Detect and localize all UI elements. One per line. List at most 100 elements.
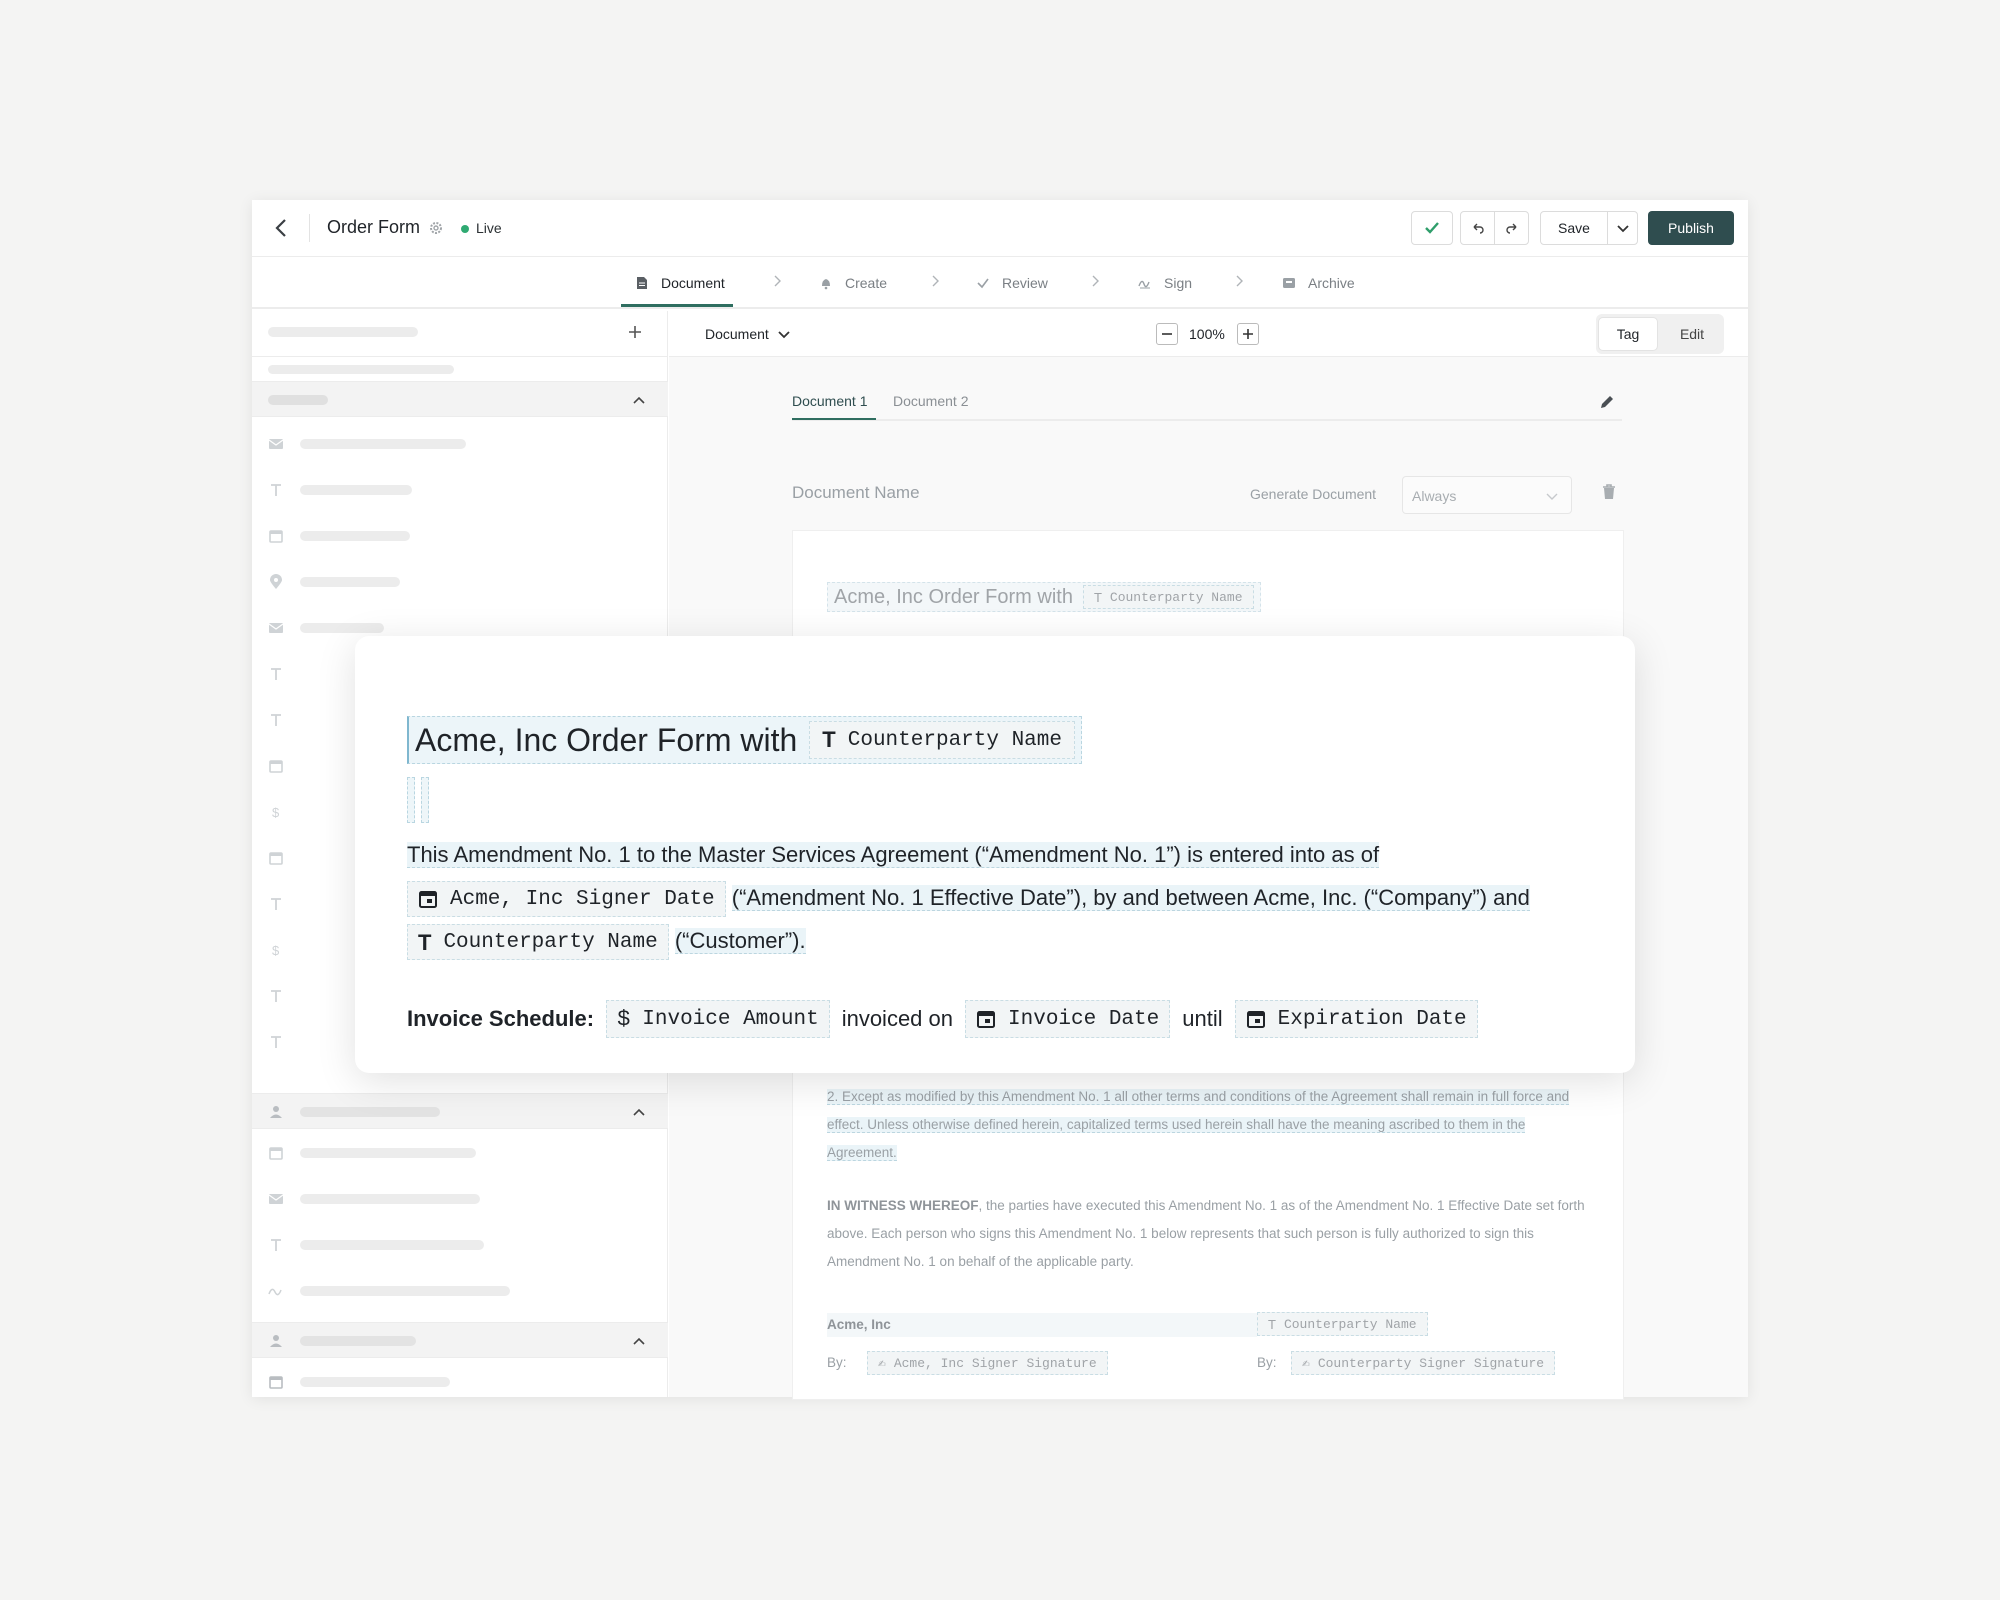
signature-icon: ✍ — [1302, 1355, 1310, 1371]
step-sign[interactable]: Sign — [1138, 275, 1192, 291]
placeholder-text — [300, 1240, 484, 1250]
calendar-icon — [269, 1376, 283, 1389]
field-label: Invoice Date — [1008, 1007, 1160, 1031]
calendar-icon — [269, 760, 283, 773]
placeholder-text — [300, 1194, 480, 1204]
step-create[interactable]: Create — [819, 275, 887, 291]
generate-document-select[interactable]: Always — [1402, 476, 1572, 514]
sidebar-section-header[interactable] — [252, 1322, 668, 1358]
block-marker — [421, 777, 429, 823]
divider — [309, 214, 310, 242]
chevron-down-icon — [1546, 493, 1558, 500]
witness-paragraph: IN WITNESS WHEREOF, the parties have exe… — [827, 1192, 1587, 1276]
signature-icon — [268, 1288, 282, 1296]
user-icon — [270, 1335, 282, 1347]
location-pin-icon — [270, 574, 282, 589]
plus-icon[interactable] — [628, 325, 642, 339]
calendar-icon — [269, 1147, 283, 1160]
mail-icon — [268, 1194, 284, 1204]
bell-icon — [822, 279, 830, 290]
invoice-date-field[interactable]: Invoice Date — [965, 1000, 1171, 1038]
dollar-icon: $ — [272, 805, 280, 820]
counterparty-name-field[interactable]: T Counterparty Name — [407, 924, 669, 961]
validate-button[interactable] — [1411, 211, 1453, 245]
back-arrow-icon[interactable] — [270, 216, 294, 240]
publish-button[interactable]: Publish — [1648, 211, 1734, 245]
check-icon — [1425, 222, 1439, 234]
undo-button[interactable] — [1460, 211, 1495, 245]
counterparty-name-field[interactable]: T Counterparty Name — [1082, 585, 1254, 609]
zoomed-document-card: Acme, Inc Order Form with T Counterparty … — [355, 636, 1635, 1073]
svg-text:$: $ — [272, 805, 280, 820]
invoice-schedule: Invoice Schedule: $ Invoice Amount invoic… — [407, 1000, 1478, 1038]
step-review[interactable]: Review — [976, 275, 1048, 291]
tab-document-1[interactable]: Document 1 — [792, 393, 867, 409]
status-label: Live — [476, 220, 502, 236]
step-label: Sign — [1164, 275, 1193, 291]
text-field-icon — [271, 484, 281, 496]
save-options-button[interactable] — [1607, 211, 1638, 245]
placeholder-text — [300, 1286, 510, 1296]
gear-icon[interactable] — [428, 220, 444, 236]
placeholder-text — [300, 439, 466, 449]
section-2-paragraph: 2. Except as modified by this Amendment … — [827, 1083, 1587, 1167]
step-document[interactable]: Document — [635, 275, 725, 291]
top-bar: Order Form Live Save Publish — [252, 200, 1748, 257]
zoom-out-button[interactable] — [1156, 323, 1178, 345]
text-field-icon — [271, 990, 281, 1002]
zoom-in-button[interactable] — [1237, 323, 1259, 345]
active-tab-indicator — [792, 418, 876, 420]
field-label: Counterparty Signer Signature — [1317, 1355, 1545, 1371]
preview-title: Acme, Inc Order Form with T Counterparty … — [827, 582, 1261, 612]
text-field-icon — [271, 898, 281, 910]
acme-signer-signature-field[interactable]: ✍ Acme, Inc Signer Signature — [867, 1351, 1108, 1375]
placeholder-text — [268, 365, 454, 374]
counterparty-name-field[interactable]: T Counterparty Name — [809, 721, 1075, 759]
text-field-icon — [271, 1036, 281, 1048]
empty-block-placeholder[interactable] — [407, 777, 437, 823]
document-title[interactable]: Acme, Inc Order Form with T Counterparty … — [407, 716, 1082, 764]
invoice-schedule-label: Invoice Schedule: — [407, 1006, 595, 1031]
edit-mode-button[interactable]: Edit — [1662, 317, 1722, 351]
chevron-right-icon — [1092, 275, 1099, 287]
calendar-icon — [419, 891, 437, 909]
placeholder-text — [300, 1107, 440, 1117]
field-label: Acme, Inc Signer Date — [450, 887, 715, 911]
amendment-paragraph: This Amendment No. 1 to the Master Servi… — [407, 833, 1587, 962]
redo-button[interactable] — [1494, 211, 1529, 245]
chevron-down-icon — [778, 331, 790, 339]
undo-icon — [1473, 223, 1484, 234]
party-left-label: Acme, Inc — [827, 1313, 1257, 1337]
document-name-label: Document Name — [792, 483, 920, 502]
pencil-icon[interactable] — [1598, 393, 1616, 411]
expiration-date-field[interactable]: Expiration Date — [1234, 1000, 1478, 1038]
sidebar-section-header[interactable] — [252, 1093, 668, 1129]
step-label: Review — [1002, 275, 1048, 291]
trash-icon[interactable] — [1601, 483, 1617, 501]
tab-document-2[interactable]: Document 2 — [893, 393, 968, 409]
placeholder-text — [300, 485, 412, 495]
signature-icon — [1138, 280, 1150, 289]
tag-mode-button[interactable]: Tag — [1598, 317, 1658, 351]
sidebar-section-header[interactable] — [252, 381, 668, 417]
counterparty-signer-signature-field[interactable]: ✍ Counterparty Signer Signature — [1291, 1351, 1556, 1375]
document-dropdown[interactable]: Document — [705, 326, 791, 342]
invoice-amount-field[interactable]: $ Invoice Amount — [606, 1000, 830, 1038]
select-value: Always — [1412, 488, 1457, 504]
paragraph-text: (“Amendment No. 1 Effective Date”), by a… — [731, 885, 1530, 911]
dollar-icon: $ — [617, 1006, 631, 1032]
step-label: Document — [661, 275, 725, 291]
counterparty-name-field[interactable]: T Counterparty Name — [1257, 1312, 1428, 1336]
text-field-icon: T — [822, 727, 836, 752]
paragraph-text: 2. Except as modified by this Amendment … — [827, 1089, 1570, 1161]
paragraph-text: (“Customer”). — [674, 928, 806, 954]
chevron-up-icon — [633, 1337, 645, 1345]
by-label: By: — [827, 1355, 847, 1370]
chevron-up-icon — [633, 396, 645, 404]
placeholder-text — [300, 531, 410, 541]
save-button[interactable]: Save — [1540, 211, 1608, 245]
acme-signer-date-field[interactable]: Acme, Inc Signer Date — [407, 881, 726, 918]
minus-icon — [1162, 333, 1172, 335]
paragraph-text: This Amendment No. 1 to the Master Servi… — [407, 842, 1380, 868]
step-archive[interactable]: Archive — [1282, 275, 1355, 291]
